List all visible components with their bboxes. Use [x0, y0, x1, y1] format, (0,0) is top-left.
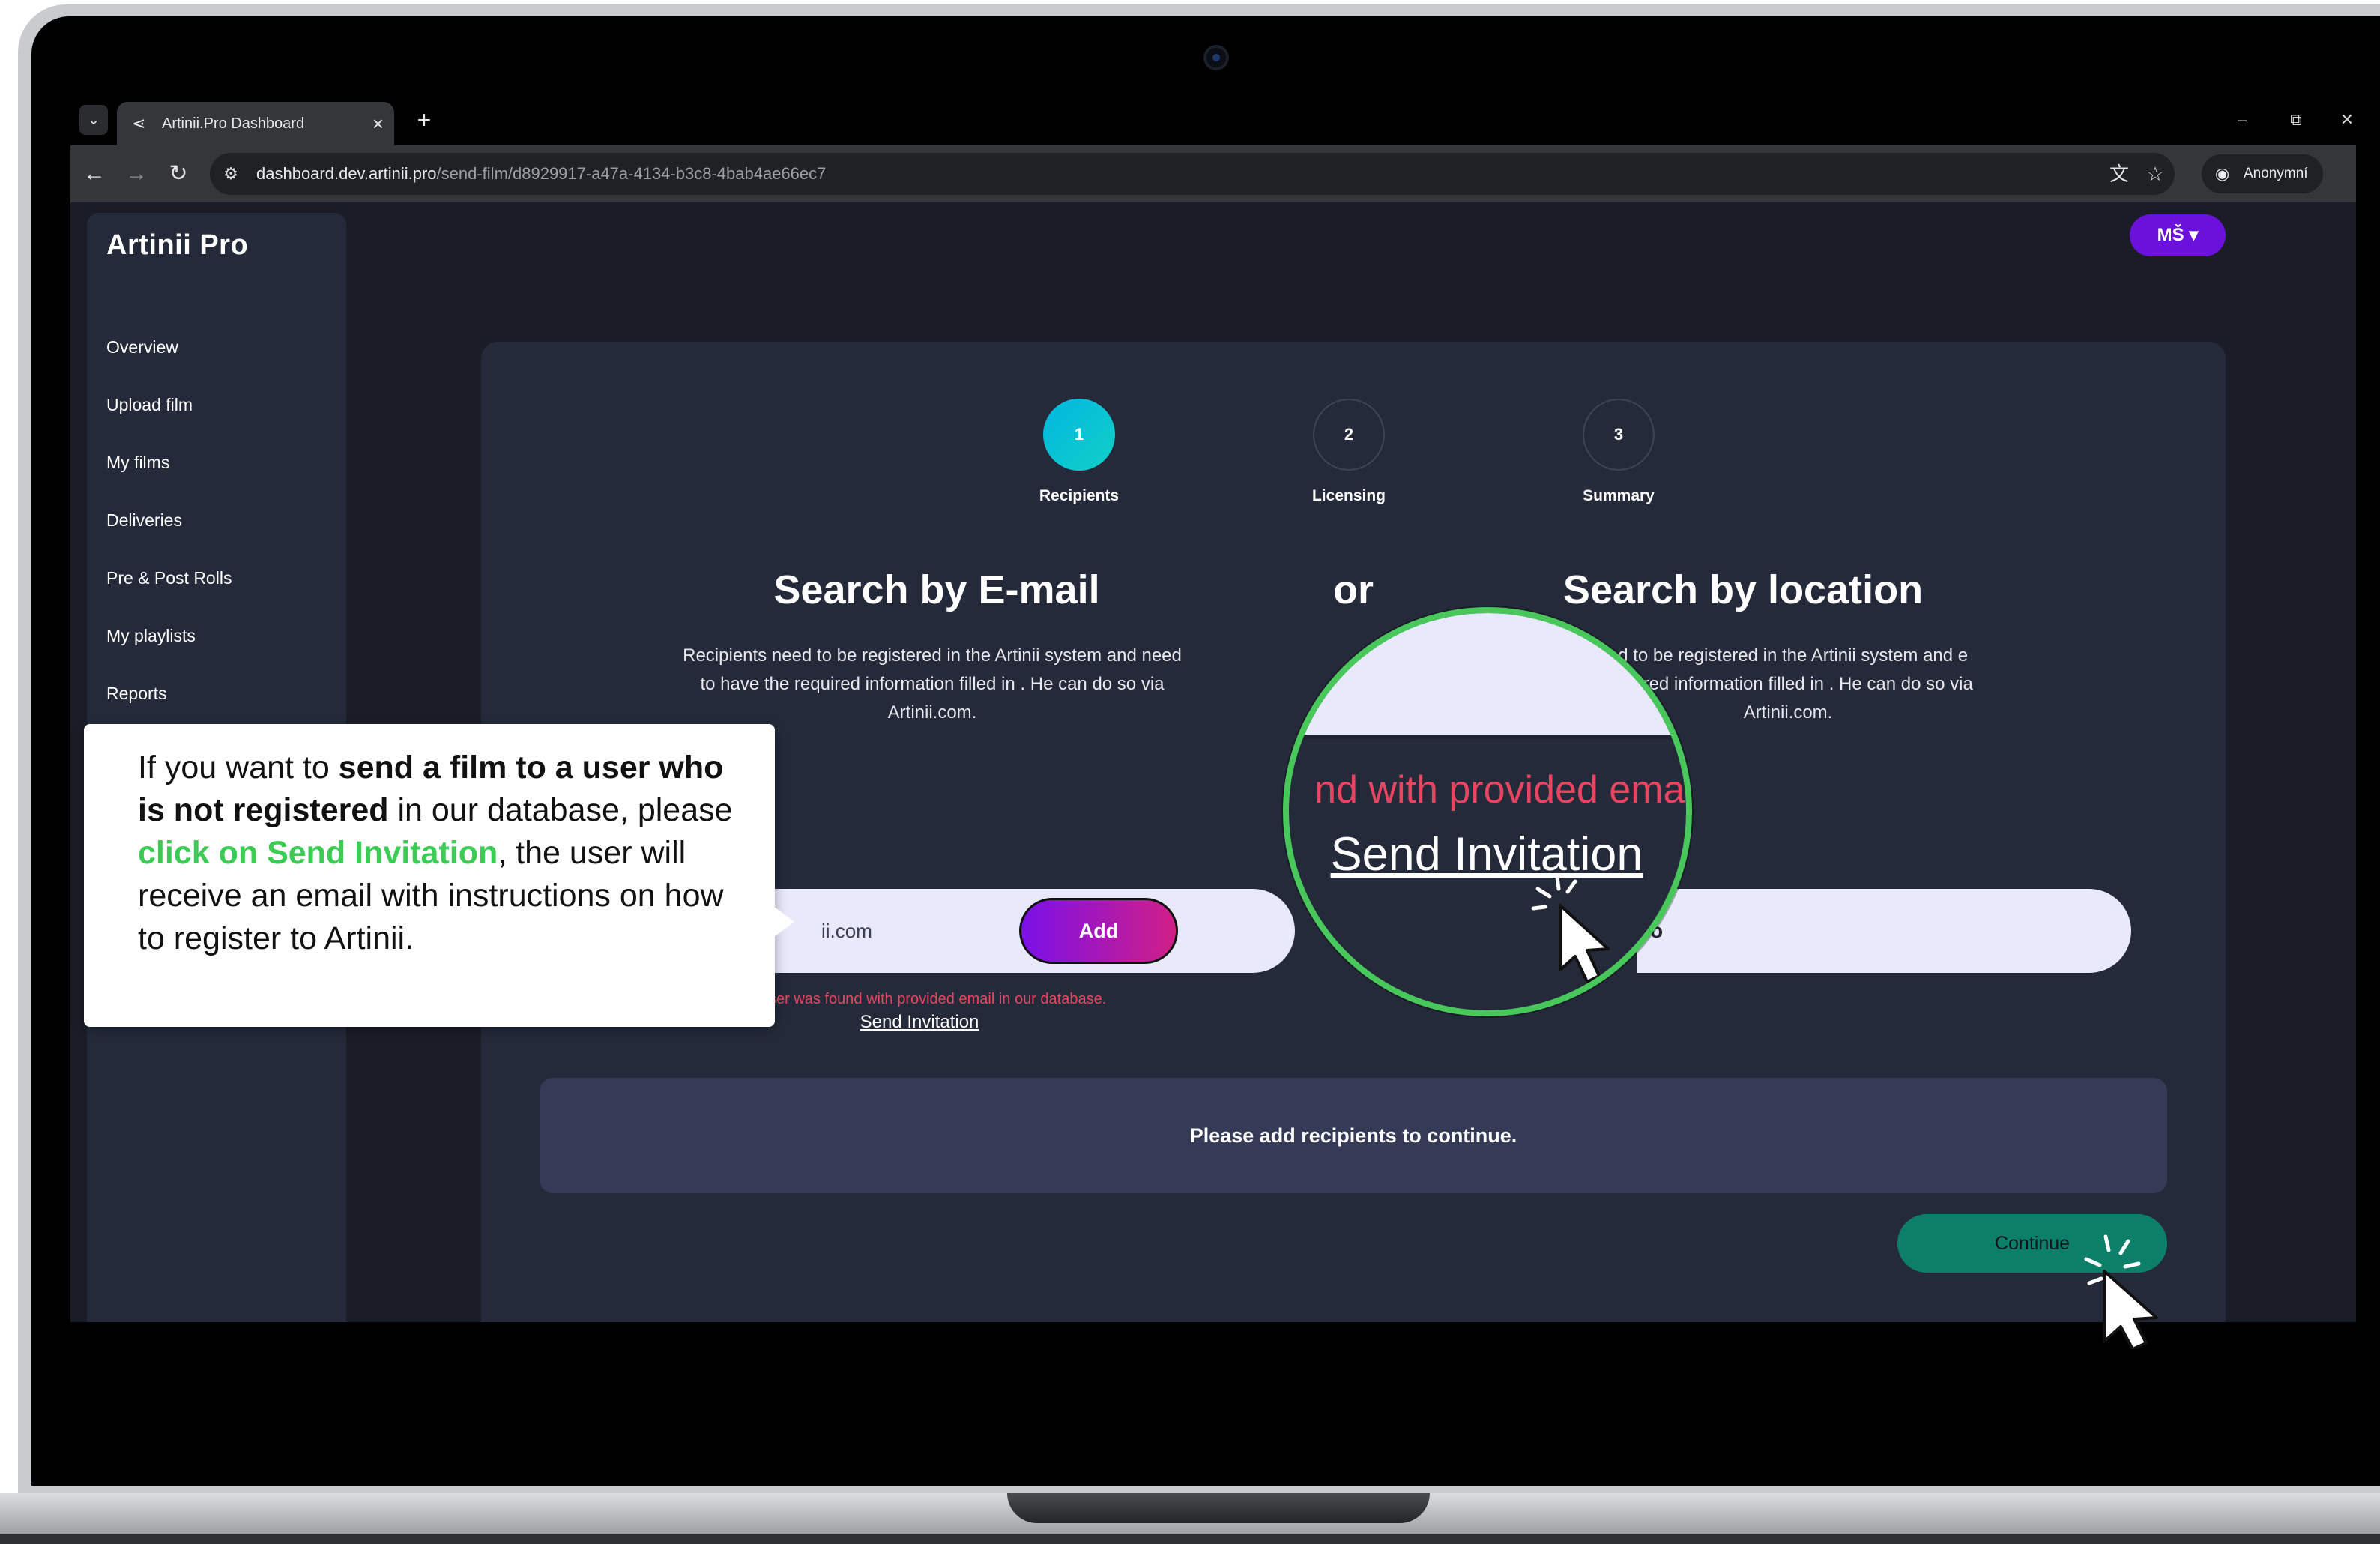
sidebar-item-overview[interactable]: Overview	[106, 337, 178, 358]
reload-icon[interactable]: ↻	[160, 156, 196, 192]
sidebar-item-deliveries[interactable]: Deliveries	[106, 510, 182, 531]
add-button[interactable]: Add	[1019, 898, 1178, 964]
search-email-description: Recipients need to be registered in the …	[683, 645, 1182, 723]
artinii-logo: Artinii Pro	[106, 229, 249, 261]
magnified-divider	[1289, 735, 1686, 739]
step-2-circle: 2	[1313, 399, 1385, 471]
or-separator: or	[1333, 567, 1374, 612]
continue-cursor-icon	[2084, 1234, 2158, 1349]
recipients-notice: Please add recipients to continue.	[540, 1078, 2167, 1193]
tab-close-icon[interactable]: ×	[372, 102, 384, 145]
step-3-label: Summary	[1583, 487, 1655, 504]
magnified-input	[1289, 613, 1686, 735]
screen: ⌄ ⋖ Artinii.Pro Dashboard × + – ⧉ ✕ ← → …	[70, 96, 2356, 1322]
new-tab-icon[interactable]: +	[406, 102, 442, 138]
recipients-notice-text: Please add recipients to continue.	[1189, 1124, 1517, 1147]
incognito-profile-button[interactable]: ◉ Anonymní	[2202, 154, 2323, 193]
sidebar-item-my-playlists[interactable]: My playlists	[106, 626, 196, 646]
step-1-label: Recipients	[1039, 487, 1120, 504]
step-1-circle: 1	[1043, 399, 1115, 471]
chevron-down-icon: ▾	[2189, 225, 2199, 245]
translate-icon[interactable]: 文	[2106, 160, 2133, 187]
window-close-icon[interactable]: ✕	[2326, 102, 2356, 138]
tooltip-pointer	[764, 899, 794, 944]
email-input-value: ii.com	[821, 920, 872, 942]
location-search-input[interactable]: o	[1637, 889, 2131, 973]
url-text: dashboard.dev.artinii.pro/send-film/d892…	[256, 164, 827, 183]
search-location-title: Search by location	[1562, 567, 1924, 612]
sidebar-item-pre-post-rolls[interactable]: Pre & Post Rolls	[106, 568, 232, 588]
address-bar[interactable]: ⚙ dashboard.dev.artinii.pro/send-film/d8…	[210, 153, 2175, 195]
back-arrow-icon[interactable]: ←	[76, 156, 112, 192]
sidebar-item-upload-film[interactable]: Upload film	[106, 395, 193, 415]
tutorial-tooltip-text: If you want to send a film to a user who…	[138, 750, 733, 956]
click-cursor-icon	[1531, 875, 1610, 983]
site-settings-icon[interactable]: ⚙	[217, 160, 244, 187]
step-3-circle: 3	[1583, 399, 1655, 471]
tab-search-icon[interactable]: ⌄	[79, 105, 108, 135]
sidebar-item-my-films[interactable]: My films	[106, 453, 169, 473]
user-menu-button[interactable]: MŠ ▾	[2130, 214, 2226, 256]
tab-title: Artinii.Pro Dashboard	[162, 115, 305, 132]
magnified-error: nd with provided emai	[1314, 768, 1692, 812]
laptop-notch	[1007, 1493, 1430, 1523]
sidebar-item-reports[interactable]: Reports	[106, 684, 167, 704]
step-2-label: Licensing	[1311, 487, 1386, 504]
share-icon: ⋖	[132, 114, 146, 133]
restore-icon[interactable]: ⧉	[2275, 102, 2317, 138]
minimize-icon[interactable]: –	[2221, 102, 2263, 138]
profile-label: Anonymní	[2244, 166, 2308, 181]
webcam-icon	[1203, 45, 1229, 70]
laptop-mockup: ⌄ ⋖ Artinii.Pro Dashboard × + – ⧉ ✕ ← → …	[0, 0, 2380, 1544]
laptop-base-edge	[0, 1534, 2380, 1544]
zoom-magnifier: nd with provided emai Send Invitation	[1283, 607, 1692, 1016]
browser-toolbar: ← → ↻ ⚙ dashboard.dev.artinii.pro/send-f…	[70, 145, 2356, 202]
send-invitation-link[interactable]: Send Invitation	[826, 1012, 1013, 1033]
tutorial-tooltip: If you want to send a film to a user who…	[84, 724, 775, 1027]
search-email-title: Search by E-mail	[773, 567, 1100, 612]
bookmark-star-icon[interactable]: ☆	[2142, 160, 2169, 187]
browser-tab[interactable]: ⋖ Artinii.Pro Dashboard ×	[117, 102, 394, 145]
user-initials: MŠ	[2157, 225, 2184, 245]
user-not-found-error: ser was found with provided email in our…	[769, 991, 1107, 1007]
forward-arrow-icon[interactable]: →	[118, 156, 154, 192]
incognito-icon: ◉	[2215, 164, 2230, 183]
browser-tab-bar: ⌄ ⋖ Artinii.Pro Dashboard × + – ⧉ ✕	[70, 96, 2356, 145]
